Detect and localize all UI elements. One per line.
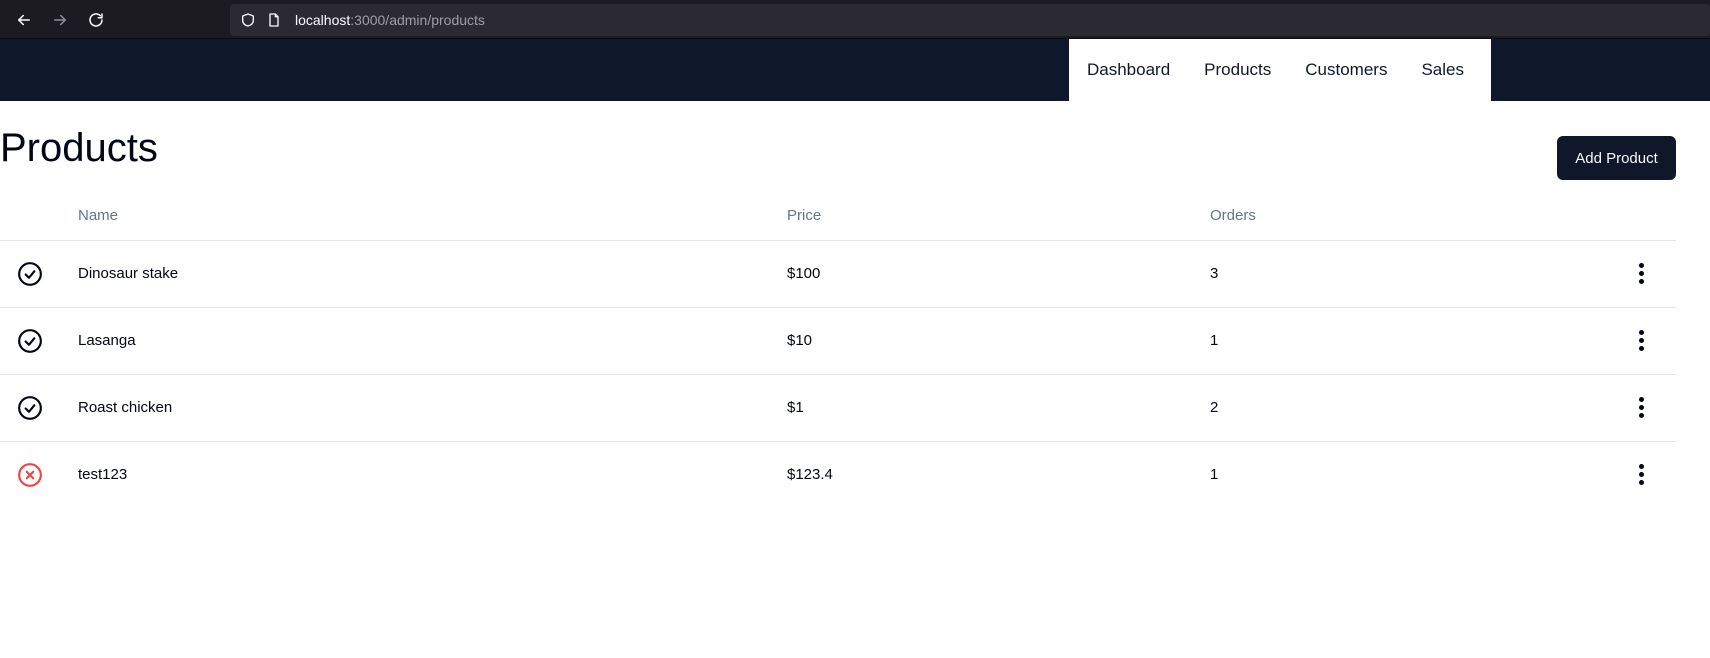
- status-cell: [0, 240, 78, 308]
- add-product-button[interactable]: Add Product: [1557, 136, 1676, 180]
- url-text[interactable]: localhost:3000/admin/products: [295, 12, 485, 28]
- url-bar[interactable]: localhost:3000/admin/products: [230, 4, 1710, 36]
- kebab-dot: [1638, 279, 1644, 284]
- product-orders: 3: [1210, 240, 1610, 308]
- more-vertical-icon[interactable]: [1628, 261, 1654, 287]
- back-button[interactable]: [11, 7, 37, 33]
- status-cell: [0, 441, 78, 508]
- products-table: Name Price Orders Dinosaur stake $100 3 Las…: [0, 191, 1676, 508]
- kebab-dot: [1638, 263, 1644, 268]
- nav-item-products[interactable]: Products: [1187, 60, 1288, 80]
- page-icon[interactable]: [263, 9, 285, 31]
- header-actions: [1610, 191, 1676, 241]
- actions-cell: [1610, 441, 1676, 508]
- check-circle-icon: [18, 395, 42, 420]
- product-price: $10: [787, 307, 1210, 375]
- check-circle-icon: [18, 261, 42, 286]
- actions-cell: [1610, 307, 1676, 375]
- more-vertical-icon[interactable]: [1628, 328, 1654, 354]
- header-status: [0, 191, 78, 241]
- shield-icon[interactable]: [237, 9, 259, 31]
- kebab-dot: [1638, 464, 1644, 470]
- main-nav: Dashboard Products Customers Sales: [1069, 39, 1491, 101]
- header-orders: Orders: [1210, 191, 1610, 241]
- nav-item-dashboard[interactable]: Dashboard: [1069, 60, 1187, 80]
- product-name: Dinosaur stake: [78, 240, 787, 308]
- product-orders: 1: [1210, 466, 1219, 484]
- nav-item-customers[interactable]: Customers: [1288, 60, 1404, 80]
- url-host: localhost: [295, 12, 351, 28]
- table-row: Dinosaur stake $100 3: [0, 240, 1676, 308]
- header-name: Name: [78, 191, 787, 241]
- kebab-dot: [1638, 271, 1644, 276]
- table-row: Lasanga $10 1: [0, 307, 1676, 375]
- check-circle-icon: [18, 328, 42, 353]
- kebab-dot: [1638, 472, 1644, 478]
- forward-button[interactable]: [47, 7, 73, 33]
- header-price: Price: [787, 191, 1210, 241]
- kebab-dot: [1638, 480, 1644, 486]
- actions-cell: [1610, 240, 1676, 308]
- product-name: test123: [78, 466, 128, 484]
- product-price: $1: [787, 374, 1210, 442]
- product-price: $123.4: [787, 466, 833, 484]
- kebab-dot: [1638, 405, 1644, 410]
- nav-item-sales[interactable]: Sales: [1404, 60, 1481, 80]
- product-orders: 1: [1210, 307, 1610, 375]
- product-orders: 2: [1210, 374, 1610, 442]
- kebab-dot: [1638, 397, 1644, 402]
- arrow-right-icon: [54, 14, 66, 26]
- kebab-dot: [1638, 346, 1644, 351]
- reload-icon: [89, 13, 103, 27]
- kebab-dot: [1638, 330, 1644, 335]
- kebab-dot: [1638, 413, 1644, 418]
- x-circle-icon: [18, 462, 42, 487]
- app-header: Dashboard Products Customers Sales: [0, 39, 1710, 101]
- product-name: Roast chicken: [78, 374, 787, 442]
- arrow-left-icon: [18, 14, 30, 26]
- product-price: $100: [787, 240, 1210, 308]
- actions-cell: [1610, 374, 1676, 442]
- more-vertical-icon[interactable]: [1628, 395, 1654, 421]
- table-row: Roast chicken $1 2: [0, 374, 1676, 442]
- status-cell: [0, 307, 78, 375]
- url-path: :3000/admin/products: [350, 12, 485, 28]
- table-row: test123 $123.4 1: [0, 441, 1676, 508]
- browser-toolbar: localhost:3000/admin/products: [0, 0, 1710, 39]
- more-vertical-icon[interactable]: [1628, 462, 1654, 488]
- product-name: Lasanga: [78, 307, 787, 375]
- reload-button[interactable]: [83, 7, 109, 33]
- page-title: Products: [0, 126, 158, 170]
- kebab-dot: [1638, 338, 1644, 343]
- table-header-row: Name Price Orders: [0, 191, 1676, 241]
- status-cell: [0, 374, 78, 442]
